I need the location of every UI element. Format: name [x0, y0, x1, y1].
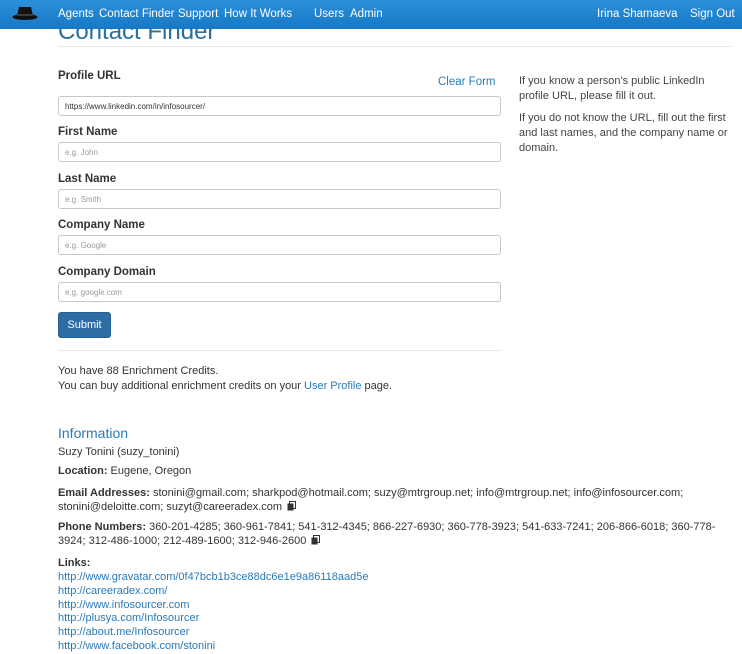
divider: [58, 46, 732, 47]
nav-support[interactable]: Support: [178, 8, 218, 20]
last-name-input[interactable]: [58, 189, 501, 209]
last-name-label: Last Name: [58, 173, 117, 185]
phones-label: Phone Numbers:: [58, 521, 147, 533]
person-link[interactable]: Suzy Tonini (suzy_tonini): [58, 445, 734, 459]
link-item[interactable]: http://www.infosourcer.com: [58, 599, 368, 613]
emails-value: stonini@gmail.com; sharkpod@hotmail.com;…: [58, 487, 684, 513]
links-label: Links:: [58, 557, 91, 569]
help-text-url: If you know a person's public LinkedIn p…: [519, 75, 705, 102]
nav-users[interactable]: Users: [314, 8, 344, 20]
clear-form-link[interactable]: Clear Form: [438, 76, 496, 88]
company-domain-label: Company Domain: [58, 266, 156, 278]
information-heading: Information: [58, 425, 129, 441]
spy-hat-icon[interactable]: [12, 5, 38, 23]
credits-count: You have 88 Enrichment Credits.: [58, 365, 219, 377]
copy-icon[interactable]: [287, 501, 297, 511]
nav-sign-out[interactable]: Sign Out: [690, 8, 735, 20]
link-item[interactable]: http://www.facebook.com/stonini: [58, 640, 368, 654]
link-item[interactable]: http://careeradex.com/: [58, 585, 368, 599]
copy-icon[interactable]: [311, 535, 321, 545]
links-row: Links:: [58, 556, 734, 570]
location-row: Location: Eugene, Oregon: [58, 464, 734, 478]
location-value: Eugene, Oregon: [107, 465, 192, 477]
company-name-label: Company Name: [58, 219, 145, 231]
nav-agents[interactable]: Agents: [58, 8, 94, 20]
divider: [58, 350, 501, 351]
company-domain-input[interactable]: [58, 282, 501, 302]
nav-contact-finder[interactable]: Contact Finder: [99, 8, 174, 20]
page-title: Contact Finder: [58, 29, 215, 41]
link-item[interactable]: http://www.gravatar.com/0f47bcb1b3ce88dc…: [58, 571, 368, 585]
profile-url-input[interactable]: [58, 96, 501, 116]
credits-info: You have 88 Enrichment Credits. You can …: [58, 364, 392, 394]
profile-url-label: Profile URL: [58, 70, 121, 82]
emails-row: Email Addresses: stonini@gmail.com; shar…: [58, 486, 734, 514]
first-name-input[interactable]: [58, 142, 501, 162]
credits-text-suffix: page.: [361, 380, 393, 392]
location-label: Location:: [58, 465, 108, 477]
nav-admin[interactable]: Admin: [350, 8, 383, 20]
help-text-names: If you do not know the URL, fill out the…: [519, 112, 728, 154]
top-navbar: Agents Contact Finder Support How It Wor…: [0, 0, 742, 29]
link-item[interactable]: http://about.me/Infosourcer: [58, 626, 368, 640]
user-profile-link[interactable]: User Profile: [304, 380, 361, 392]
emails-label: Email Addresses:: [58, 487, 150, 499]
nav-user-name[interactable]: Irina Shamaeva: [597, 8, 678, 20]
company-name-input[interactable]: [58, 235, 501, 255]
phones-value: 360-201-4285; 360-961-7841; 541-312-4345…: [58, 521, 716, 547]
phones-row: Phone Numbers: 360-201-4285; 360-961-784…: [58, 520, 734, 548]
submit-button[interactable]: Submit: [58, 312, 111, 338]
nav-how-it-works[interactable]: How It Works: [224, 8, 292, 20]
link-item[interactable]: http://plusya.com/Infosourcer: [58, 612, 368, 626]
first-name-label: First Name: [58, 126, 118, 138]
credits-text: You can buy additional enrichment credit…: [58, 380, 305, 392]
links-list: http://www.gravatar.com/0f47bcb1b3ce88dc…: [58, 571, 368, 654]
